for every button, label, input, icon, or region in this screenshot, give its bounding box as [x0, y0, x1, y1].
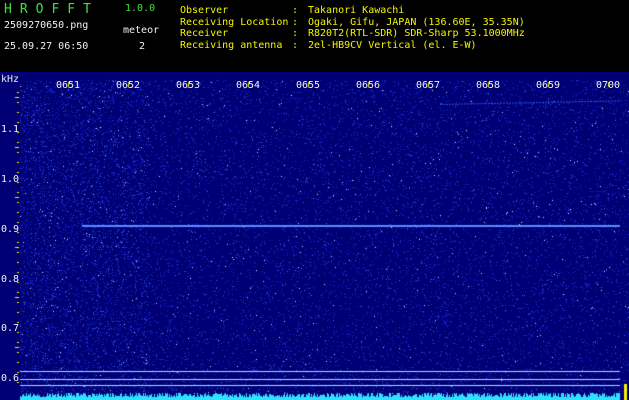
info-separator: : — [292, 28, 299, 39]
meteor-label: meteor — [123, 25, 160, 36]
time-label: 0654 — [236, 80, 261, 91]
info-value: Takanori Kawachi — [308, 5, 405, 16]
frequency-label: 1.0 — [1, 174, 20, 185]
frequency-label: 1.1 — [1, 124, 20, 135]
time-label: 0657 — [416, 80, 441, 91]
station-info: Observer : Takanori Kawachi Receiving Lo… — [180, 5, 525, 51]
info-key: Observer — [180, 5, 229, 16]
info-row-antenna: Receiving antenna : 2el-HB9CV Vertical (… — [180, 40, 525, 52]
time-label: 0700 — [596, 80, 621, 91]
info-key: Receiving antenna — [180, 39, 283, 51]
frequency-unit-label: kHz — [1, 74, 20, 85]
file-name: 2509270650.png — [4, 20, 89, 31]
spectrogram — [0, 72, 629, 400]
time-label: 0659 — [536, 80, 561, 91]
time-label: 0658 — [476, 80, 501, 91]
time-label: 0651 — [56, 80, 81, 91]
app-name: HROFFT — [4, 2, 99, 17]
time-label: 0653 — [176, 80, 201, 91]
frequency-label: 0.8 — [1, 274, 20, 285]
meteor-count: 2 — [139, 41, 146, 52]
info-key: Receiver — [180, 28, 229, 39]
info-separator: : — [292, 5, 299, 16]
info-separator: : — [292, 16, 299, 28]
info-value: R820T2(RTL-SDR) SDR-Sharp 53.1000MHz — [308, 28, 525, 39]
frequency-label: 0.9 — [1, 224, 20, 235]
info-row-receiver: Receiver : R820T2(RTL-SDR) SDR-Sharp 53.… — [180, 28, 525, 40]
info-row-location: Receiving Location : Ogaki, Gifu, JAPAN … — [180, 17, 525, 29]
time-label: 0655 — [296, 80, 321, 91]
time-label: 0652 — [116, 80, 141, 91]
frequency-label: 0.7 — [1, 323, 20, 334]
header-panel: HROFFT 1.0.0 2509270650.png 25.09.27 06:… — [0, 0, 629, 72]
info-row-observer: Observer : Takanori Kawachi — [180, 5, 525, 17]
info-value: Ogaki, Gifu, JAPAN (136.60E, 35.35N) — [308, 16, 525, 28]
info-key: Receiving Location — [180, 16, 289, 28]
info-separator: : — [292, 39, 299, 51]
time-label: 0656 — [356, 80, 381, 91]
date-time: 25.09.27 06:50 — [4, 41, 89, 52]
info-value: 2el-HB9CV Vertical (el. E-W) — [308, 39, 477, 51]
app-version: 1.0.0 — [125, 3, 156, 14]
frequency-label: 0.6 — [1, 373, 20, 384]
